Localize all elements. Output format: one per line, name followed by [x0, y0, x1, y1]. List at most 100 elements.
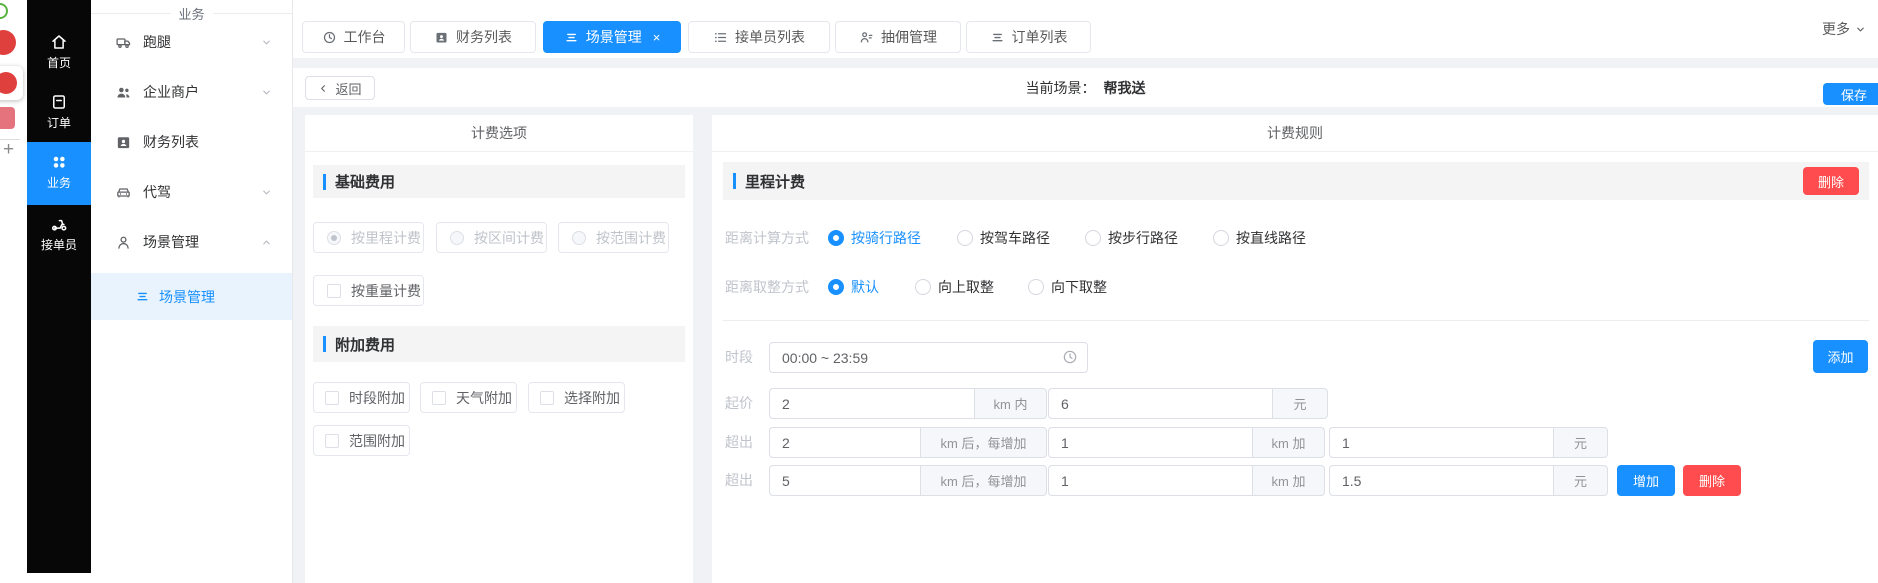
base-price-input[interactable] — [1048, 388, 1272, 419]
km-after-addon: km 后，每增加 — [920, 465, 1047, 496]
radio-on-icon — [828, 230, 844, 246]
green-ring-pin-icon[interactable] — [0, 3, 8, 19]
distance-round-row: 距离取整方式 默认 向上取整 向下取整 — [712, 276, 1878, 298]
add-plus-icon[interactable]: + — [3, 140, 14, 160]
rules-divider — [723, 320, 1869, 321]
checkbox-select-extra[interactable]: 选择附加 — [528, 382, 625, 413]
menu-item-scene-management[interactable]: 场景管理 — [91, 217, 292, 267]
menu-item-merchants[interactable]: 企业商户 — [91, 67, 292, 117]
radio-unselected-disabled-icon — [450, 231, 464, 245]
excess-distance-input[interactable] — [769, 427, 920, 458]
chevron-up-icon — [261, 237, 272, 248]
radio-riding-route[interactable]: 按骑行路径 — [828, 227, 921, 249]
km-after-addon: km 后，每增加 — [920, 427, 1047, 458]
radio-round-down[interactable]: 向下取整 — [1028, 276, 1107, 298]
radio-on-icon — [828, 279, 844, 295]
base-price-row: 起价 km 内 元 — [712, 388, 1878, 419]
tab-commission[interactable]: 抽佣管理 — [835, 21, 961, 53]
red-circle-card-pin-icon — [0, 72, 17, 94]
mileage-billing-section-header: 里程计费 删除 — [723, 162, 1869, 200]
base-fee-section-header: 基础费用 — [313, 165, 685, 198]
checkbox-weather-extra[interactable]: 天气附加 — [420, 382, 517, 413]
business-side-menu: 业务 跑腿 企业商户 财务列表 代驾 场景管理 场景管理 — [91, 0, 293, 583]
dashboard-clock-icon — [322, 30, 337, 45]
chevron-down-icon — [261, 87, 272, 98]
red-circle-pin-icon[interactable] — [0, 30, 16, 55]
chevron-down-icon — [261, 187, 272, 198]
pinned-card[interactable] — [0, 66, 23, 100]
add-excess-row-button[interactable]: 增加 — [1617, 465, 1675, 496]
excess-price-input[interactable] — [1329, 427, 1553, 458]
chevron-down-icon — [1855, 24, 1866, 35]
nav-rail-item-orders[interactable]: 订单 — [27, 93, 91, 131]
billing-options-title: 计费选项 — [305, 115, 693, 152]
menu-lines-icon — [135, 289, 150, 304]
tab-order-list[interactable]: 订单列表 — [966, 21, 1091, 53]
nav-rail-item-home[interactable]: 首页 — [27, 33, 91, 71]
submenu-item-scene-management-active[interactable]: 场景管理 — [91, 273, 292, 320]
menu-item-finance[interactable]: 财务列表 — [91, 117, 292, 167]
excess-distance-input[interactable] — [769, 465, 920, 496]
time-range-input[interactable] — [769, 342, 1088, 373]
scene-toolbar: 返回 当前场景： 帮我送 保存 — [293, 68, 1878, 107]
radio-by-mileage: 按里程计费 — [313, 222, 424, 253]
car-icon — [115, 184, 132, 201]
nav-rail-item-couriers[interactable]: 接单员 — [27, 215, 91, 253]
chevron-down-icon — [261, 37, 272, 48]
tab-workbench[interactable]: 工作台 — [302, 21, 405, 53]
pink-doc-pin-icon[interactable] — [0, 107, 15, 129]
scooter-icon — [50, 215, 68, 233]
checkbox-icon — [432, 391, 446, 405]
km-within-addon: km 内 — [974, 388, 1047, 419]
radio-off-icon — [915, 279, 931, 295]
delete-excess-row-button[interactable]: 删除 — [1683, 465, 1741, 496]
grid-apps-icon — [50, 153, 68, 171]
base-distance-input[interactable] — [769, 388, 974, 419]
base-price-group: 元 — [1048, 388, 1328, 419]
title-divider-right — [213, 13, 293, 14]
radio-off-icon — [1028, 279, 1044, 295]
more-tabs-button[interactable]: 更多 — [1822, 0, 1866, 58]
checkbox-icon — [325, 434, 339, 448]
radio-walking-route[interactable]: 按步行路径 — [1085, 227, 1178, 249]
tab-courier-list[interactable]: 接单员列表 — [688, 21, 830, 53]
save-button[interactable]: 保存 — [1823, 83, 1878, 105]
excess-distance-group: km 后，每增加 — [769, 465, 1047, 496]
excess-price-group: 元 — [1329, 465, 1608, 496]
checkbox-icon — [540, 391, 554, 405]
add-time-range-button[interactable]: 添加 — [1813, 340, 1868, 373]
browser-edge-strip: + — [0, 0, 27, 583]
checkbox-range-extra[interactable]: 范围附加 — [313, 425, 410, 456]
delete-section-button[interactable]: 删除 — [1803, 167, 1859, 195]
radio-selected-disabled-icon — [327, 231, 341, 245]
excess-step-group: km 加 — [1048, 427, 1325, 458]
excess-step-input[interactable] — [1048, 465, 1252, 496]
excess-step-input[interactable] — [1048, 427, 1252, 458]
menu-item-driver[interactable]: 代驾 — [91, 167, 292, 217]
billing-rules-title: 计费规则 — [712, 115, 1878, 152]
checkbox-time-extra[interactable]: 时段附加 — [313, 382, 410, 413]
tab-scene-management-active[interactable]: 场景管理 × — [543, 21, 681, 53]
radio-driving-route[interactable]: 按驾车路径 — [957, 227, 1050, 249]
menu-lines-icon — [564, 30, 579, 45]
km-add-addon: km 加 — [1252, 427, 1325, 458]
radio-round-up[interactable]: 向上取整 — [915, 276, 994, 298]
excess-row-1: 超出 km 后，每增加 km 加 元 — [712, 427, 1878, 458]
tab-finance-list[interactable]: 财务列表 — [410, 21, 536, 53]
yuan-addon: 元 — [1272, 388, 1328, 419]
excess-price-input[interactable] — [1329, 465, 1553, 496]
checkbox-by-weight[interactable]: 按重量计费 — [313, 275, 424, 306]
excess-price-group: 元 — [1329, 427, 1608, 458]
billing-options-panel: 计费选项 基础费用 按里程计费 按区间计费 按范围计费 按重量计费 附加费用 — [305, 115, 693, 583]
close-tab-icon[interactable]: × — [653, 31, 661, 44]
primary-nav-rail: 首页 订单 业务 接单员 — [27, 0, 91, 573]
nav-rail-item-business[interactable]: 业务 — [27, 153, 91, 191]
excess-row-2: 超出 km 后，每增加 km 加 元 增加 删除 — [712, 465, 1878, 496]
section-accent-bar — [323, 336, 326, 352]
yuan-addon: 元 — [1553, 465, 1608, 496]
excess-distance-group: km 后，每增加 — [769, 427, 1047, 458]
menu-item-errand[interactable]: 跑腿 — [91, 17, 292, 67]
radio-straight-line-route[interactable]: 按直线路径 — [1213, 227, 1306, 249]
radio-by-interval: 按区间计费 — [436, 222, 547, 253]
radio-round-default[interactable]: 默认 — [828, 276, 879, 298]
